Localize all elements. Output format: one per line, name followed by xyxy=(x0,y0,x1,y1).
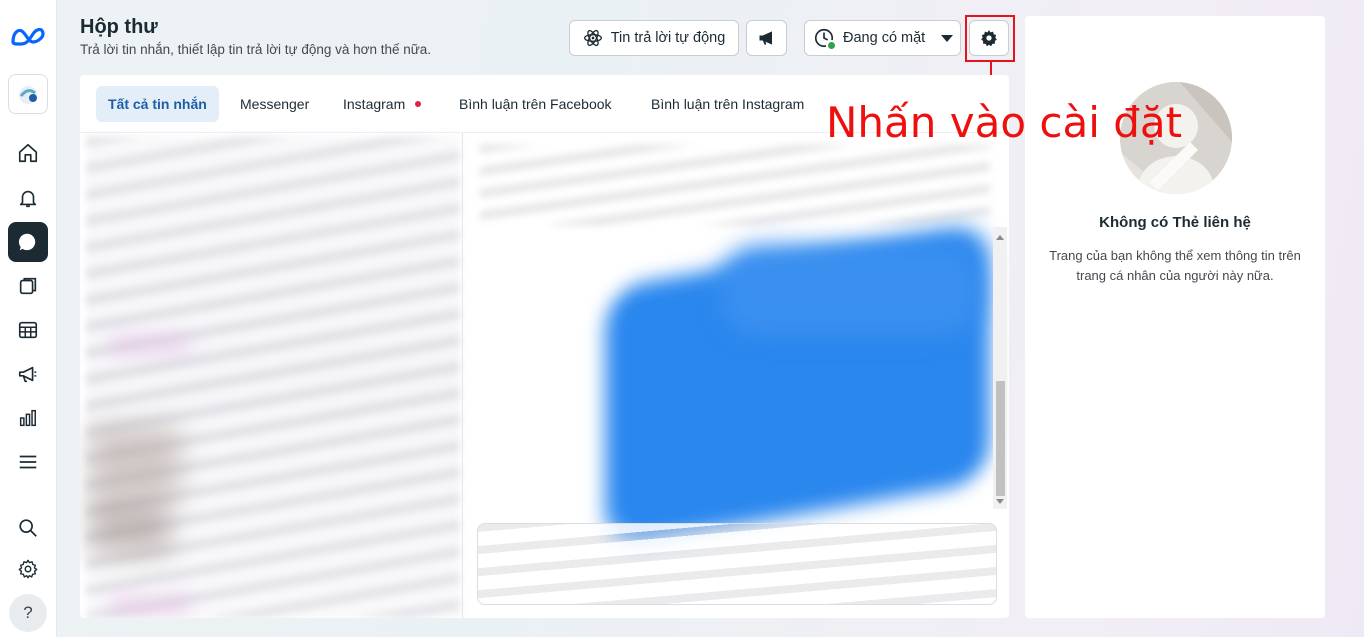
clock-icon xyxy=(813,27,837,51)
contact-card-description: Trang của bạn không thể xem thông tin tr… xyxy=(1049,248,1301,283)
blurred-avatar xyxy=(110,595,190,615)
page-avatar[interactable] xyxy=(8,74,48,114)
tab-instagram[interactable]: Instagram xyxy=(331,86,433,122)
nav-notifications[interactable] xyxy=(8,178,48,218)
search-icon xyxy=(19,519,37,537)
tab-instagram-comments[interactable]: Bình luận trên Instagram xyxy=(639,86,816,122)
status-label: Đang có mặt xyxy=(843,30,926,46)
atom-icon xyxy=(583,29,602,47)
table-icon xyxy=(18,321,38,339)
annotation-text: Nhấn vào cài đặt xyxy=(826,98,1183,147)
page-logo-icon xyxy=(19,86,37,104)
help-icon: ? xyxy=(23,603,33,622)
blurred-avatar xyxy=(90,425,180,495)
blurred-avatar xyxy=(90,495,170,555)
conversation-header-blurred xyxy=(480,145,990,225)
nav-search[interactable] xyxy=(8,508,48,548)
nav-ads[interactable] xyxy=(8,354,48,394)
pane-divider xyxy=(462,133,463,618)
help-button[interactable]: ? xyxy=(9,594,47,632)
scroll-down-arrow-icon[interactable] xyxy=(996,499,1004,504)
nav-planner[interactable] xyxy=(8,310,48,350)
nav-settings[interactable] xyxy=(8,549,48,589)
blurred-avatar xyxy=(110,335,190,355)
tab-label: Messenger xyxy=(240,96,310,112)
left-nav: ? xyxy=(0,0,57,637)
tab-messenger[interactable]: Messenger xyxy=(228,86,321,122)
megaphone-icon xyxy=(18,366,37,383)
status-dropdown[interactable]: Đang có mặt xyxy=(804,20,961,56)
home-icon xyxy=(18,143,38,163)
tab-label: Bình luận trên Facebook xyxy=(459,96,612,112)
tab-label: Bình luận trên Instagram xyxy=(651,96,805,112)
message-bubble-blurred xyxy=(720,245,980,335)
inbox-panel: Tất cả tin nhắn Messenger Instagram Bình… xyxy=(80,75,1009,618)
broadcast-button[interactable] xyxy=(746,20,787,56)
auto-reply-label: Tin trả lời tự động xyxy=(610,30,726,46)
nav-home[interactable] xyxy=(8,133,48,173)
page-title: Hộp thư xyxy=(80,16,158,38)
tab-facebook-comments[interactable]: Bình luận trên Facebook xyxy=(447,86,624,122)
online-status-dot xyxy=(826,40,837,51)
scrollbar-thumb[interactable] xyxy=(996,381,1005,496)
scroll-up-arrow-icon[interactable] xyxy=(996,235,1004,240)
tab-label: Tất cả tin nhắn xyxy=(108,96,207,112)
contact-card-title: Không có Thẻ liên hệ xyxy=(1099,214,1251,231)
settings-icon xyxy=(18,559,38,579)
page-subtitle: Trả lời tin nhắn, thiết lập tin trả lời … xyxy=(80,42,432,57)
nav-content[interactable] xyxy=(8,266,48,306)
bar-chart-icon xyxy=(19,409,36,427)
pages-icon xyxy=(19,277,37,295)
menu-icon xyxy=(19,455,37,469)
auto-reply-button[interactable]: Tin trả lời tự động xyxy=(569,20,739,56)
tab-label: Instagram xyxy=(343,96,406,112)
highlight-box xyxy=(965,15,1015,62)
message-composer-blurred[interactable] xyxy=(477,523,997,605)
meta-logo-icon[interactable] xyxy=(9,24,47,50)
bell-icon xyxy=(19,190,37,208)
nav-inbox[interactable] xyxy=(8,222,48,262)
notification-dot xyxy=(415,101,422,107)
tab-all-messages[interactable]: Tất cả tin nhắn xyxy=(96,86,219,122)
chat-icon xyxy=(18,233,36,251)
nav-insights[interactable] xyxy=(8,398,48,438)
nav-menu[interactable] xyxy=(8,442,48,482)
megaphone-icon xyxy=(759,31,772,45)
caret-down-icon xyxy=(941,34,954,42)
